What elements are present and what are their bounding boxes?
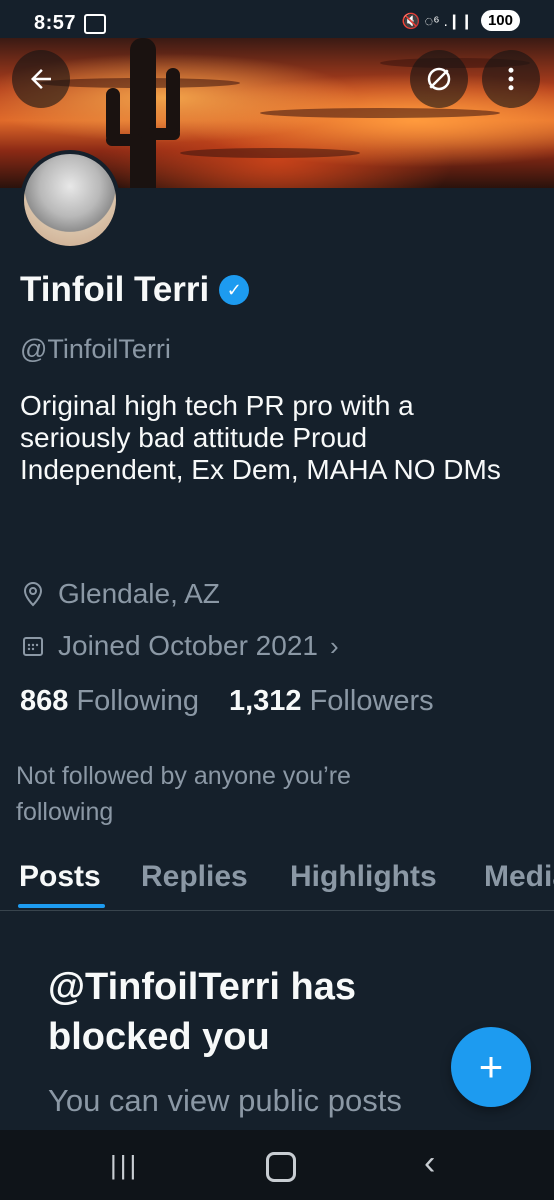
plus-icon: +	[478, 1043, 504, 1090]
not-followed-note: Not followed by anyone you’re following	[16, 762, 351, 827]
following-label: Following	[76, 685, 199, 717]
joined-text: Joined October 2021	[58, 630, 318, 661]
tab-posts[interactable]: Posts	[19, 860, 101, 894]
more-vertical-icon	[508, 67, 514, 91]
cactus-silhouette	[130, 38, 156, 188]
follow-stats: 868 Following 1,312 Followers	[20, 685, 434, 718]
profile-joined[interactable]: Joined October 2021 ›	[20, 630, 339, 662]
profile-location: Glendale, AZ	[20, 578, 220, 610]
followers-link[interactable]: 1,312 Followers	[229, 685, 434, 718]
profile-tabs: Posts Replies Highlights Media	[0, 856, 554, 911]
location-pin-icon	[20, 581, 46, 607]
profile-bio: Original high tech PR pro with a serious…	[20, 390, 501, 486]
status-icons: 🔇 ◌⁶ .❙❙ 100	[402, 10, 520, 31]
blocked-subtitle: You can view public posts	[48, 1083, 402, 1118]
avatar[interactable]	[20, 150, 120, 250]
calendar-icon	[20, 634, 46, 658]
status-bar: 8:57 🔇 ◌⁶ .❙❙ 100	[0, 0, 554, 48]
following-link[interactable]: 868 Following	[20, 685, 199, 718]
home-icon[interactable]	[266, 1152, 296, 1182]
back-button[interactable]	[12, 50, 70, 108]
chevron-right-icon: ›	[329, 630, 339, 661]
followers-label: Followers	[309, 685, 434, 717]
back-chevron-icon[interactable]: ‹	[424, 1144, 435, 1183]
display-name-text: Tinfoil Terri	[20, 270, 210, 309]
screenshot-icon	[84, 14, 106, 34]
tab-replies[interactable]: Replies	[141, 860, 248, 894]
active-tab-indicator	[18, 904, 105, 908]
slash-circle-icon	[427, 67, 451, 91]
mute-button[interactable]	[410, 50, 468, 108]
verified-badge-icon[interactable]: ✓	[219, 275, 250, 305]
profile-handle: @TinfoilTerri	[20, 334, 171, 364]
profile-display-name: Tinfoil Terri ✓	[20, 270, 250, 310]
signal-icons: 🔇 ◌⁶ .❙❙	[401, 12, 473, 30]
status-time: 8:57	[34, 12, 77, 34]
tab-highlights[interactable]: Highlights	[290, 860, 437, 894]
blocked-title: @TinfoilTerri has blocked you	[48, 966, 357, 1059]
recents-icon[interactable]: |||	[110, 1150, 139, 1181]
following-count: 868	[20, 685, 69, 717]
arrow-left-icon	[31, 69, 51, 89]
location-text: Glendale, AZ	[58, 578, 220, 609]
system-nav-bar: ||| ‹	[0, 1130, 554, 1200]
tab-media[interactable]: Media	[484, 860, 554, 894]
compose-button[interactable]: +	[451, 1027, 531, 1107]
followers-count: 1,312	[228, 685, 302, 717]
battery-indicator: 100	[480, 10, 520, 31]
more-button[interactable]	[482, 50, 540, 108]
